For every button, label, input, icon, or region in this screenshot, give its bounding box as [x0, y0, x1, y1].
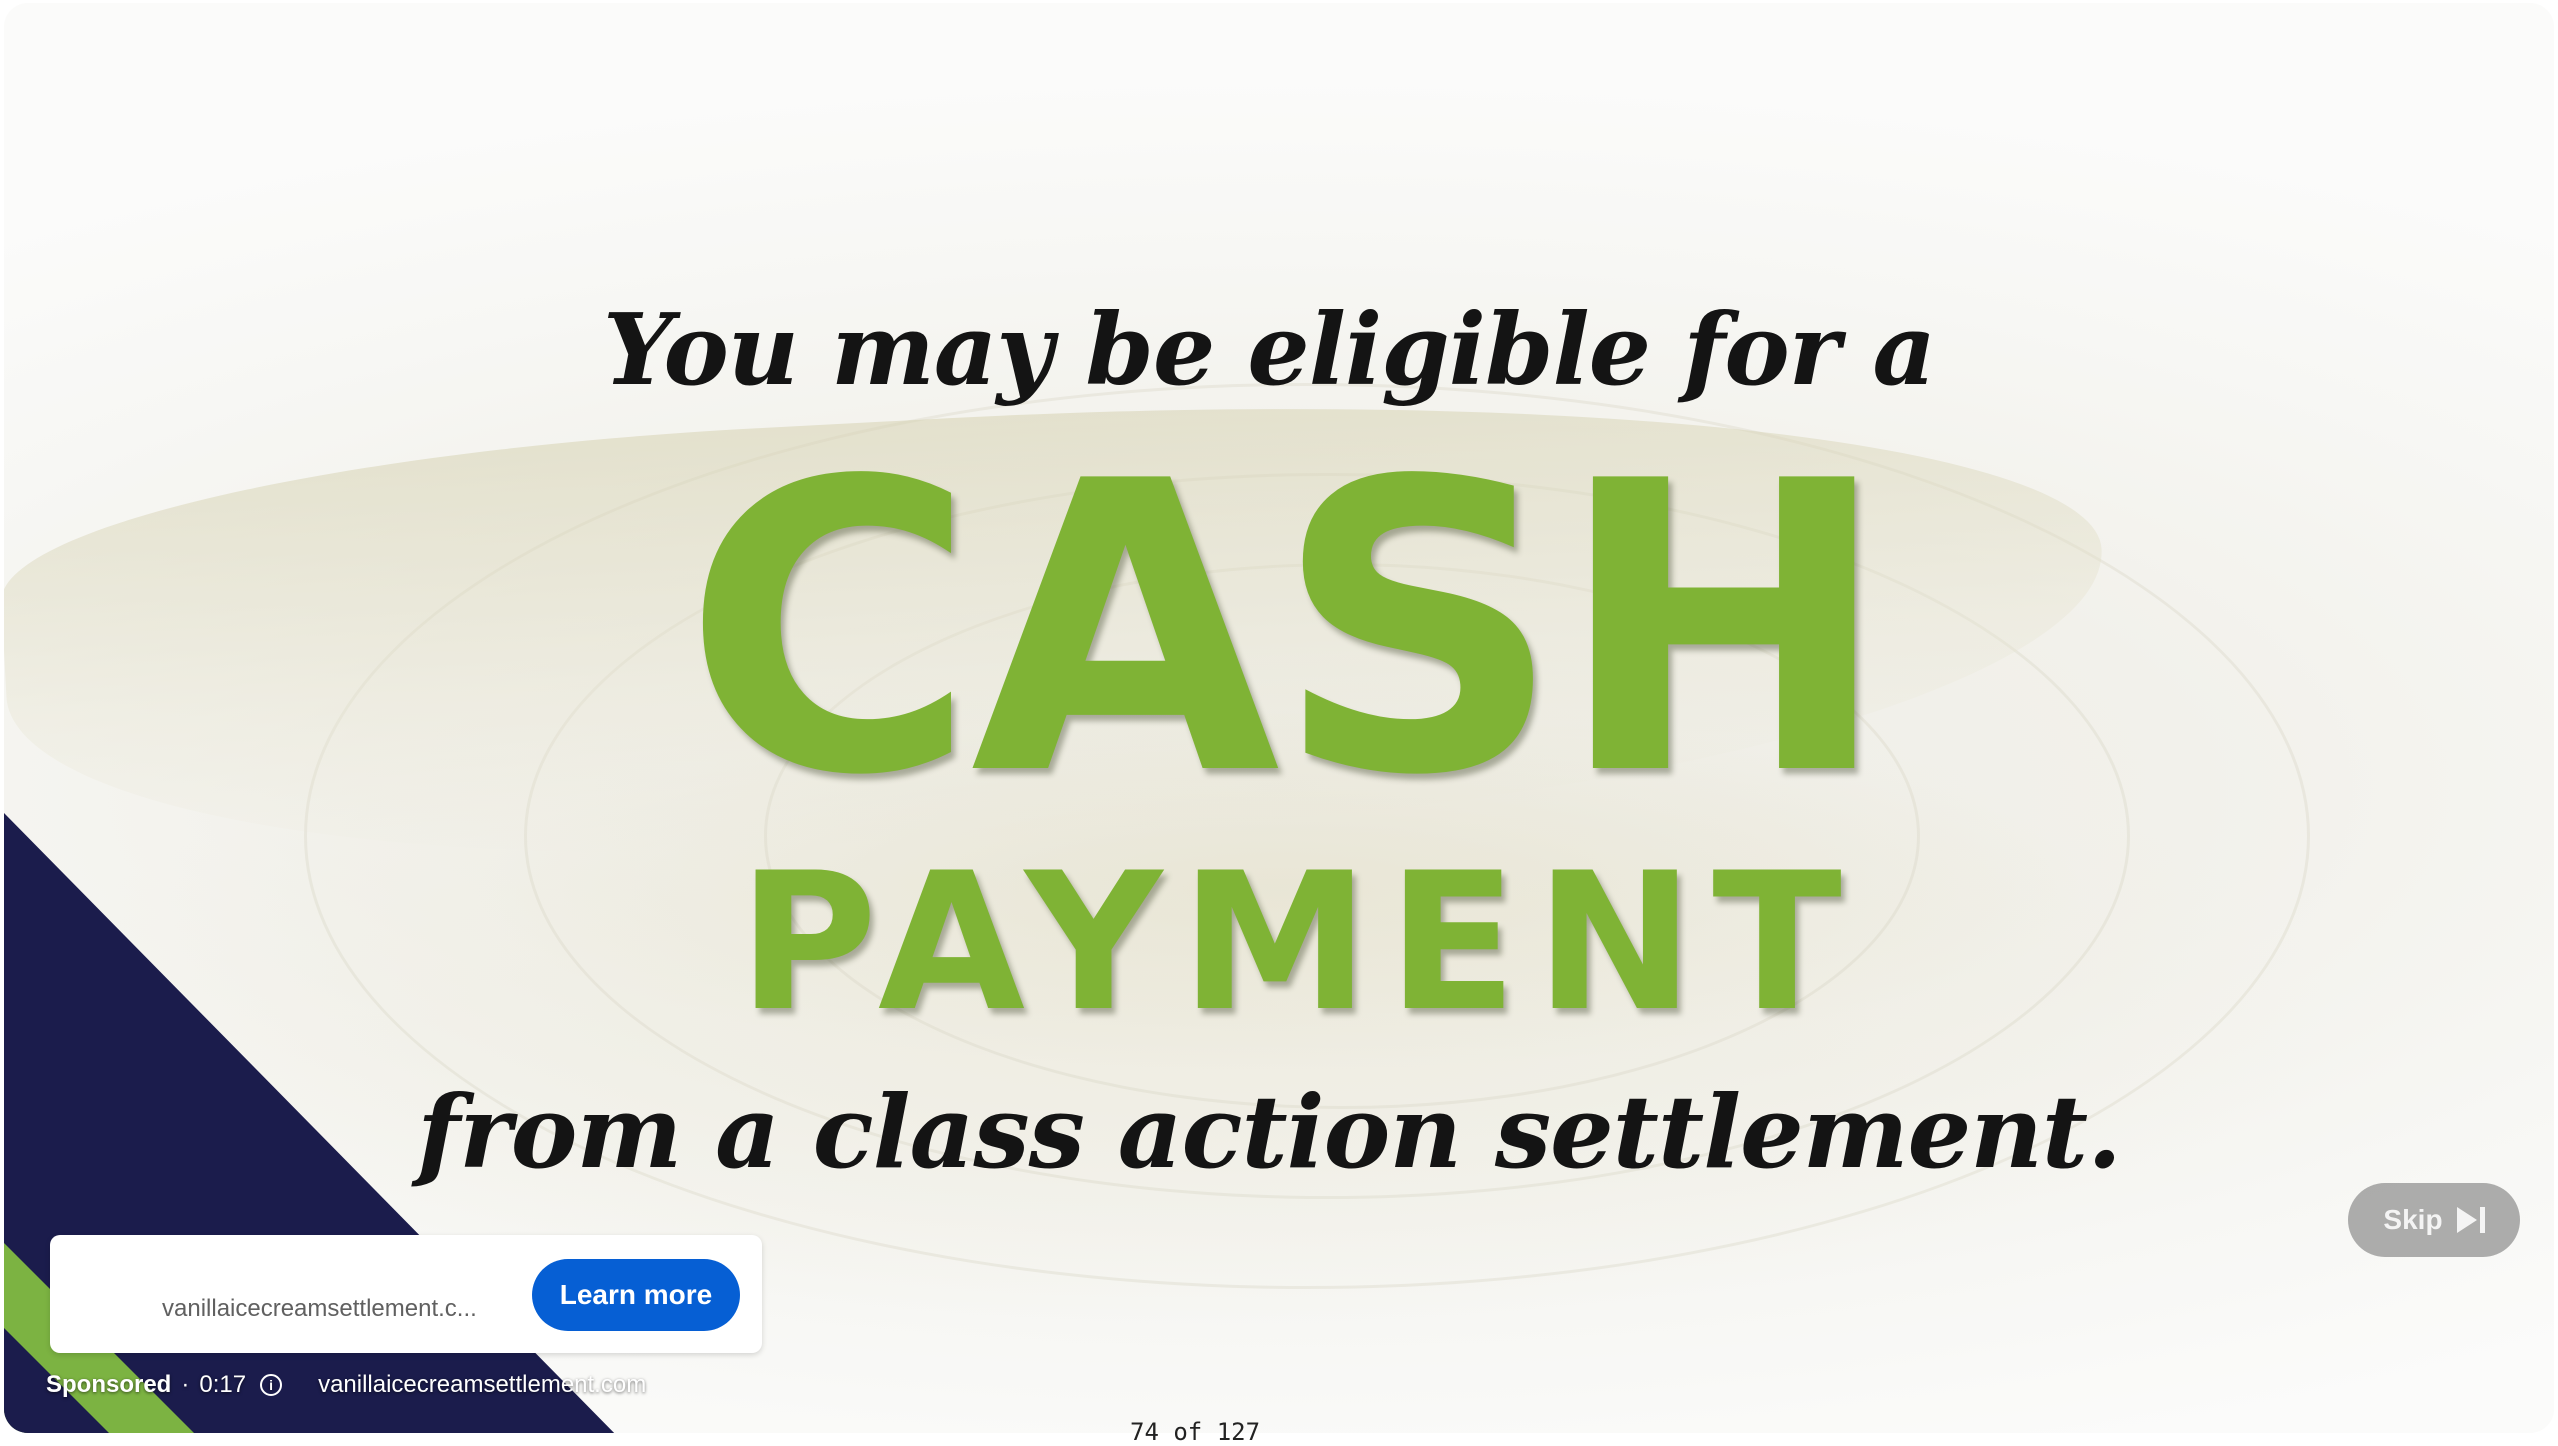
video-player[interactable]: You may be eligible for a CASH PAYMENT f… — [4, 3, 2554, 1433]
sponsored-label: Sponsored — [46, 1371, 172, 1398]
skip-label: Skip — [2383, 1204, 2443, 1235]
ad-domain-link[interactable]: vanillaicecreamsettlement.com — [318, 1371, 646, 1399]
ad-info-bar: Sponsored · 0:17 i vanillaicecreamsettle… — [46, 1369, 646, 1401]
ad-url[interactable]: vanillaicecreamsettlement.c... — [162, 1295, 532, 1323]
info-icon[interactable]: i — [260, 1374, 283, 1396]
item-counter: 74 of 127 — [1130, 1418, 1261, 1446]
learn-more-button[interactable]: Learn more — [532, 1259, 740, 1331]
separator: · — [181, 1371, 190, 1398]
ad-card[interactable]: vanillaicecreamsettlement.c... Learn mor… — [50, 1235, 762, 1353]
headline-top: You may be eligible for a — [603, 293, 1936, 408]
headline-cash: CASH — [683, 398, 1891, 863]
skip-next-icon — [2456, 1207, 2485, 1233]
skip-button[interactable]: Skip — [2348, 1183, 2520, 1257]
headline-bottom: from a class action settlement. — [417, 1073, 2122, 1191]
ad-time-remaining: 0:17 — [199, 1371, 247, 1398]
headline-payment: PAYMENT — [738, 832, 1860, 1053]
